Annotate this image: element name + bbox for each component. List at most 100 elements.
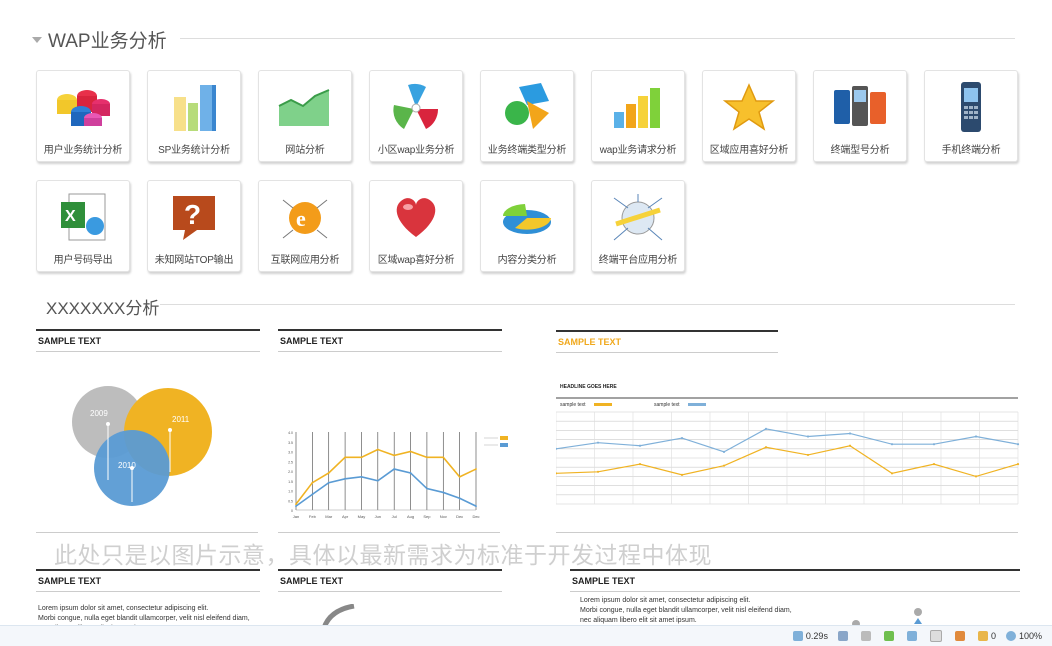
chart1-point [360, 456, 363, 459]
pie-segments-icon [386, 79, 446, 135]
network-globe-icon [608, 189, 668, 245]
tile-label: 手机终端分析 [941, 145, 1001, 156]
zoom-control[interactable]: 100% [1005, 631, 1042, 641]
box-icon [977, 631, 988, 641]
cylinders-icon [53, 79, 113, 135]
tile-4[interactable]: 小区wap业务分析 [369, 70, 463, 162]
chart1-point [327, 481, 330, 484]
download-icon[interactable] [883, 631, 897, 641]
section-title-second: XXXXXXX分析 [46, 294, 159, 319]
chart1-x-tick: Mar [325, 514, 333, 519]
tile-label: 内容分类分析 [497, 255, 557, 266]
speaker-icon[interactable] [906, 631, 920, 641]
chart1-y-tick: 2.5 [288, 460, 293, 464]
chart1-point [426, 456, 428, 459]
bar-3d-icon [164, 79, 224, 135]
tile-9[interactable]: 手机终端分析 [924, 70, 1018, 162]
tile-11[interactable]: ? 未知网站TOP输出 [147, 180, 241, 272]
tile-15[interactable]: 终端平台应用分析 [591, 180, 685, 272]
mobile-icon [941, 79, 1001, 135]
chart2-point [764, 427, 768, 430]
edit-icon[interactable] [837, 631, 851, 641]
chart1-point [344, 477, 346, 480]
chart1-x-tick: Jan [293, 514, 299, 519]
panel-header: SAMPLE TEXT [278, 329, 502, 352]
chart1-point [409, 472, 412, 474]
collapse-triangle-icon[interactable] [32, 36, 42, 43]
tile-label: 用户号码导出 [53, 255, 113, 266]
chart1-legend-swatch [500, 443, 508, 447]
chart1-legend-swatch [500, 436, 508, 440]
tile-1[interactable]: 用户业务统计分析 [36, 70, 130, 162]
chart1-x-tick: Sep [423, 514, 431, 519]
chart1-point [475, 505, 477, 507]
chart1-x-tick: Nov [440, 514, 447, 519]
chart1-point [442, 491, 445, 494]
chart1-point [458, 497, 461, 500]
panel-bottom-line [556, 532, 1018, 533]
watermark-note: 此处只是以图片示意，具体以最新需求为标准于开发过程中体现 [54, 542, 712, 568]
panel-header: SAMPLE TEXT [278, 569, 502, 592]
chart2-point [596, 470, 600, 473]
phones-icon [830, 79, 890, 135]
chart1-point [295, 505, 297, 507]
panel-bottom-line [278, 532, 500, 533]
tile-label: wap业务请求分析 [599, 145, 677, 156]
panel-header: SAMPLE TEXT [570, 569, 1020, 592]
chart1-point [344, 456, 346, 459]
pie-3d-icon [497, 189, 557, 245]
chart2-point [722, 450, 726, 453]
chart2-point [890, 472, 894, 475]
chart1-point [327, 472, 330, 474]
tile-label: 区域wap喜好分析 [377, 255, 455, 266]
tile-12[interactable]: e 互联网应用分析 [258, 180, 352, 272]
tile-7[interactable]: 区域应用喜好分析 [702, 70, 796, 162]
chart2-point [764, 446, 768, 449]
chart2-point [974, 475, 978, 478]
panel-header: SAMPLE TEXT [36, 569, 260, 592]
chart1-series-line [295, 448, 477, 505]
section-title-wap: WAP业务分析 [32, 26, 167, 53]
tile-label: 区域应用喜好分析 [709, 145, 789, 156]
chart1-point [442, 456, 445, 459]
body-text: Lorem ipsum dolor sit amet, consectetur … [580, 597, 792, 624]
chart1-point [393, 454, 396, 457]
tile-13[interactable]: 区域wap喜好分析 [369, 180, 463, 272]
tile-label: 网站分析 [285, 145, 325, 156]
chart2-point [638, 444, 642, 447]
chart1-y-tick: 3.0 [288, 451, 293, 455]
section-divider [180, 38, 1015, 39]
tile-8[interactable]: 终端型号分析 [813, 70, 907, 162]
eye-icon[interactable] [954, 631, 968, 641]
chart1-series-line [295, 468, 477, 507]
panel-header: SAMPLE TEXT [36, 329, 260, 352]
star-icon [719, 79, 779, 135]
chart2-point [932, 463, 936, 466]
chart2-point [806, 435, 810, 438]
tile-2[interactable]: SP业务统计分析 [147, 70, 241, 162]
counter: 0 [977, 631, 996, 641]
excel-icon: X [53, 189, 113, 245]
chart1-point [475, 468, 477, 470]
panel-bottom-line [36, 532, 258, 533]
window-icon[interactable] [929, 630, 945, 642]
chart2-point [1016, 443, 1020, 446]
line-chart-small: 0 0.5 1.0 1.5 2.0 2.5 3.0 3.5 4.0 Jan Feb Mar Apr May… [288, 431, 508, 519]
chart2-legend-swatch [688, 403, 706, 406]
tile-3[interactable]: 网站分析 [258, 70, 352, 162]
chart1-x-tick: May [358, 514, 366, 519]
tile-label: SP业务统计分析 [158, 145, 230, 156]
tile-10[interactable]: X 用户号码导出 [36, 180, 130, 272]
chart1-point [311, 481, 314, 484]
tile-14[interactable]: 内容分类分析 [480, 180, 574, 272]
tile-6[interactable]: wap业务请求分析 [591, 70, 685, 162]
tile-5[interactable]: 业务终端类型分析 [480, 70, 574, 162]
shapes-icon [497, 79, 557, 135]
chart1-y-tick: 0.5 [288, 499, 293, 503]
area-3d-icon [275, 79, 335, 135]
hand-icon[interactable] [860, 631, 874, 641]
chart1-point [376, 448, 379, 451]
tile-label: 终端平台应用分析 [598, 255, 678, 266]
chart1-x-tick: Apr [342, 514, 349, 519]
chart1-x-tick: Jul [392, 514, 397, 519]
